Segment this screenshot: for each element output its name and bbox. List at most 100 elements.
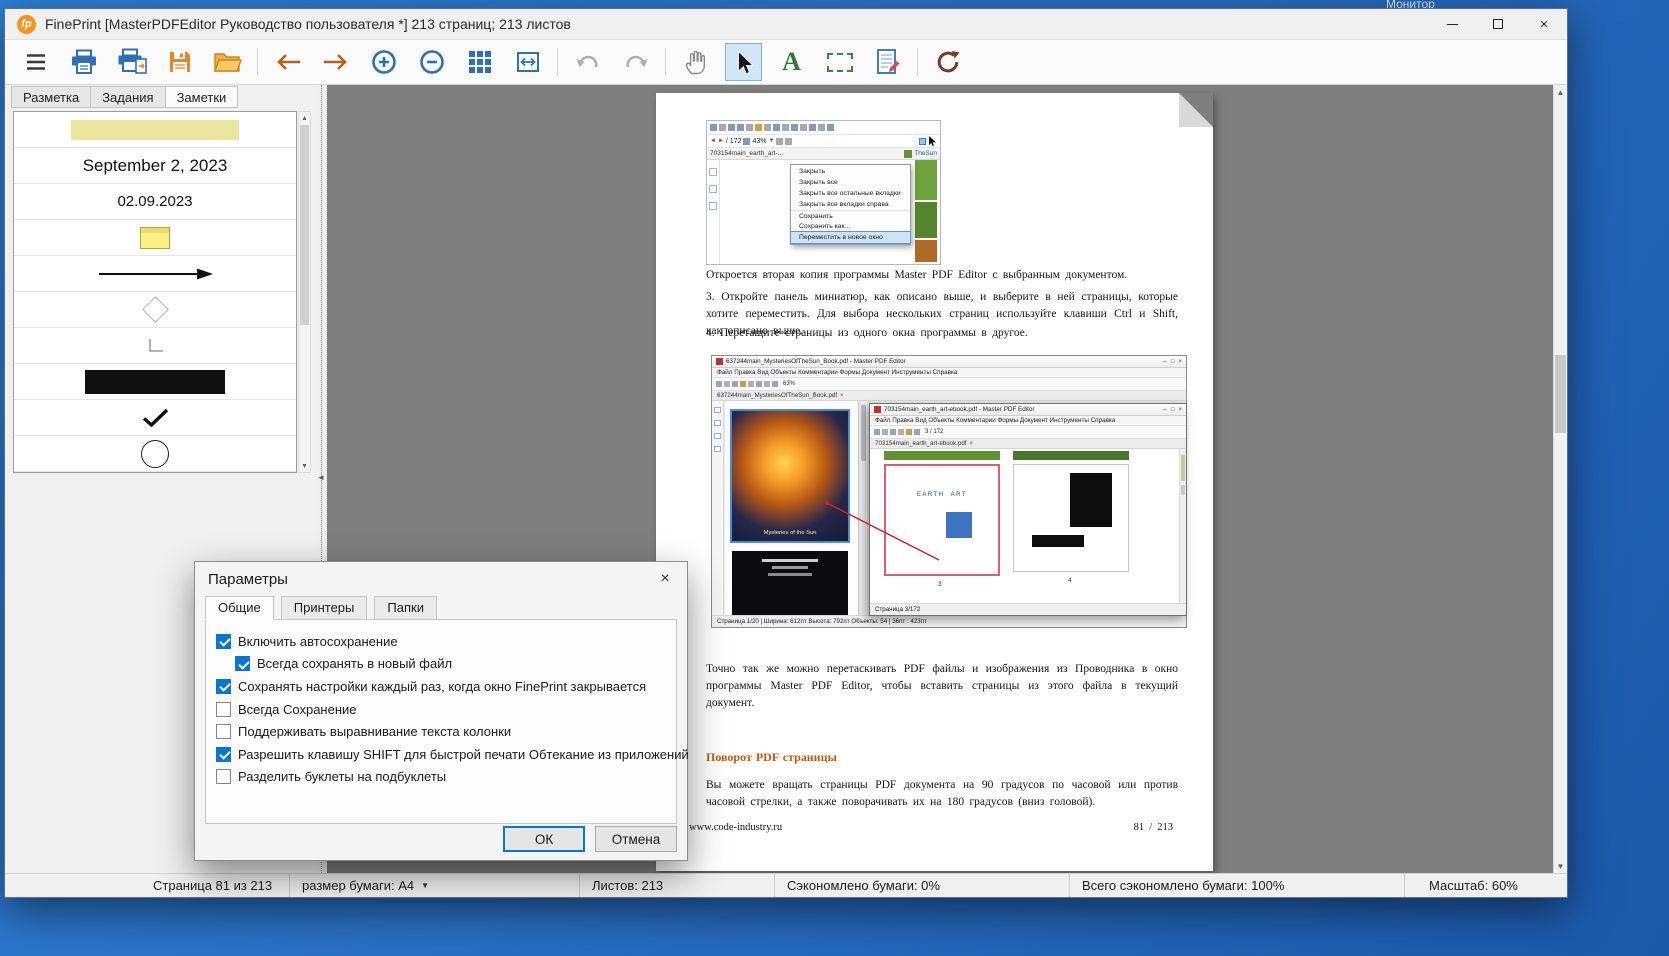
mini-window-b-statusbar: Страница 3/172 xyxy=(870,603,1186,615)
ok-button[interactable]: ОК xyxy=(503,826,585,852)
stationery-circle[interactable] xyxy=(14,436,296,472)
zoom-in-button[interactable] xyxy=(365,43,402,81)
checkbox[interactable] xyxy=(216,746,231,762)
maximize-icon xyxy=(1493,19,1503,29)
dialog-tab-printers[interactable]: Принтеры xyxy=(280,596,368,620)
status-total-paper-saved: Всего сэкономлено бумаги: 100% xyxy=(1070,874,1405,897)
dialog-close-button[interactable]: × xyxy=(643,562,687,596)
undo-button[interactable] xyxy=(569,43,606,81)
mini-window-b-title: 703154main_earth_art-ebook.pdf - Master … xyxy=(884,406,1035,413)
circle-icon xyxy=(141,439,169,468)
refresh-button[interactable] xyxy=(929,43,966,81)
preview-scrollbar[interactable]: ▲ ▼ xyxy=(1553,85,1567,873)
fit-page-button[interactable] xyxy=(509,43,546,81)
mini-window-b-titlebar: 703154main_earth_art-ebook.pdf - Master … xyxy=(870,404,1186,416)
fineprint-window: fp FinePrint [MasterPDFEditor Руководств… xyxy=(4,8,1568,898)
fit-width-icon xyxy=(516,52,539,72)
next-page-button[interactable] xyxy=(317,43,354,81)
stationery-sticky-note[interactable] xyxy=(14,220,296,256)
scroll-thumb[interactable] xyxy=(1555,355,1566,433)
mini-zoom-level: 43% xyxy=(752,137,767,145)
option-keep-text-alignment[interactable]: Поддерживать выравнивание текста колонки xyxy=(216,720,676,743)
tab-jobs[interactable]: Задания xyxy=(90,86,166,108)
toolbar-separator xyxy=(665,48,666,76)
checkbox[interactable] xyxy=(216,633,231,649)
stationery-list: September 2, 2023 02.09.2023 xyxy=(13,111,297,473)
page-number: 4 xyxy=(1068,577,1072,584)
mini-dropdown-icon: ▼ xyxy=(768,138,775,144)
book-cover-thumbnail: Mysteries of the Sun xyxy=(730,409,850,543)
option-always-save-new-file[interactable]: Всегда сохранять в новый файл xyxy=(235,653,676,676)
close-button[interactable]: × xyxy=(1521,9,1567,39)
print-button[interactable] xyxy=(65,43,102,81)
select-area-tool-button[interactable] xyxy=(821,43,858,81)
scroll-up-icon[interactable]: ▲ xyxy=(1554,85,1567,99)
open-button[interactable] xyxy=(209,43,246,81)
book-cover-thumbnail-2 xyxy=(732,551,848,615)
option-always-save[interactable]: Всегда Сохранение xyxy=(216,698,676,721)
option-shift-quick-print[interactable]: Разрешить клавишу SHIFT для быстрой печа… xyxy=(216,743,689,766)
stationery-highlight[interactable] xyxy=(14,112,296,148)
scroll-thumb[interactable] xyxy=(300,125,309,325)
stationery-arrow[interactable] xyxy=(14,256,296,292)
stationery-diamond[interactable] xyxy=(14,292,296,328)
tab-close-icon: × xyxy=(969,440,974,447)
checkbox[interactable] xyxy=(216,769,231,785)
collapse-panel-icon[interactable]: ◄ xyxy=(317,473,325,482)
edit-page-button[interactable] xyxy=(869,43,906,81)
selected-page-thumbnail: EARTH ART xyxy=(884,464,1000,576)
mini-green-thumb-1 xyxy=(915,160,937,200)
minimize-button[interactable] xyxy=(1429,9,1475,39)
checkbox[interactable] xyxy=(216,678,231,694)
maximize-button[interactable] xyxy=(1475,9,1521,39)
select-tool-button[interactable] xyxy=(725,43,762,81)
option-enable-autosave[interactable]: Включить автосохранение xyxy=(216,630,676,653)
menu-item: Сохранить xyxy=(791,210,910,221)
paper-size-dropdown[interactable]: размер бумаги: A4 ▼ xyxy=(290,874,580,897)
toolbar-separator xyxy=(917,48,918,76)
tab-layout[interactable]: Разметка xyxy=(11,86,92,108)
stationery-checkmark[interactable] xyxy=(14,400,296,436)
stationery-date-short[interactable]: 02.09.2023 xyxy=(14,184,296,220)
prev-page-button[interactable] xyxy=(269,43,306,81)
highlight-icon xyxy=(71,119,239,140)
diamond-icon xyxy=(141,296,169,323)
cancel-button[interactable]: Отмена xyxy=(595,826,677,852)
checkbox[interactable] xyxy=(216,701,231,717)
cursor-arrow-icon xyxy=(737,50,754,74)
stationery-date-long[interactable]: September 2, 2023 xyxy=(14,148,296,184)
option-split-booklets[interactable]: Разделить буклеты на подбуклеты xyxy=(216,766,676,789)
preview-page[interactable]: ◄ ► / 172 43% ▼ 703154main_earth_art-... xyxy=(656,93,1213,871)
grid-view-icon xyxy=(468,51,491,73)
mini-side-strip xyxy=(707,160,720,264)
menu-item: Сохранить как... xyxy=(799,223,851,230)
dialog-tab-general[interactable]: Общие xyxy=(205,596,274,620)
menu-button[interactable] xyxy=(17,43,54,81)
tab-notes[interactable]: Заметки xyxy=(164,86,239,108)
scroll-down-icon[interactable]: ▼ xyxy=(1554,859,1567,873)
panel-scrollbar[interactable]: ▲ ▼ xyxy=(298,111,311,473)
mini-nav-row: ◄ ► / 172 43% ▼ xyxy=(707,135,940,148)
dialog-tab-folders[interactable]: Папки xyxy=(374,596,437,620)
scroll-up-icon[interactable]: ▲ xyxy=(299,112,310,124)
save-button[interactable] xyxy=(161,43,198,81)
scroll-down-icon[interactable]: ▼ xyxy=(299,460,310,472)
hand-tool-button[interactable] xyxy=(677,43,714,81)
partial-thumbnail xyxy=(884,451,1000,460)
multi-page-view-button[interactable] xyxy=(461,43,498,81)
redo-button[interactable] xyxy=(617,43,654,81)
stationery-corner[interactable] xyxy=(14,328,296,364)
text-tool-button[interactable]: A xyxy=(773,43,810,81)
status-paper-saved: Сэкономлено бумаги: 0% xyxy=(775,874,1070,897)
mini-toolbar: 3 / 172 xyxy=(870,426,1186,439)
undo-icon xyxy=(576,55,597,68)
arrow-left-icon xyxy=(276,54,300,70)
option-save-settings-on-close[interactable]: Сохранять настройки каждый раз, когда ок… xyxy=(216,675,676,698)
print-preview-button[interactable] xyxy=(113,43,150,81)
mini-window-a-statusbar: Страница 1/20 | Ширина: 612пт Высота: 79… xyxy=(712,615,1186,627)
checkbox[interactable] xyxy=(216,724,231,740)
stationery-black-rect[interactable] xyxy=(14,364,296,400)
checkbox[interactable] xyxy=(235,656,250,672)
status-page-indicator: Страница 81 из 213 xyxy=(5,874,290,897)
zoom-out-button[interactable] xyxy=(413,43,450,81)
